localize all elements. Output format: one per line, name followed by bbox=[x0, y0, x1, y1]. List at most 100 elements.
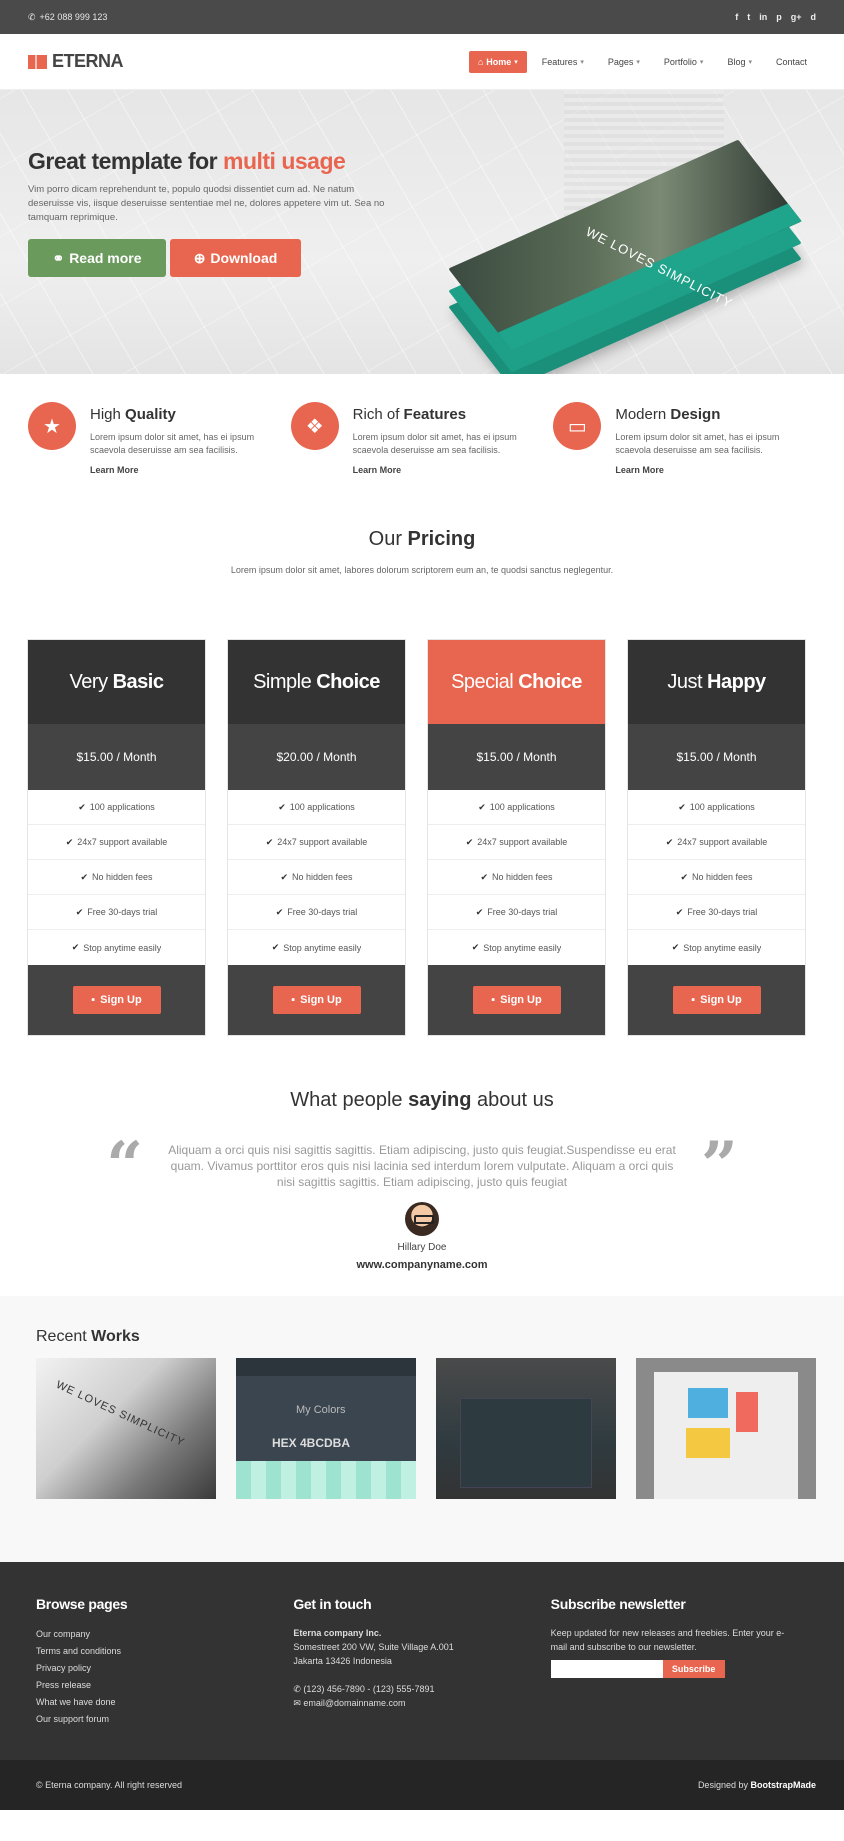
lock-icon: ▪ bbox=[291, 994, 296, 1006]
subscribe-button[interactable]: Subscribe bbox=[662, 1660, 725, 1678]
work-thumbnail[interactable]: WE LOVES SIMPLICITY bbox=[36, 1358, 216, 1499]
plan-feature-label: Stop anytime easily bbox=[483, 942, 562, 953]
sign-up-label: Sign Up bbox=[300, 994, 342, 1006]
testimonial-section: What people saying about us “ Aliquam a … bbox=[0, 1036, 844, 1296]
work-thumbnail[interactable]: My Colors HEX 4BCDBA bbox=[236, 1358, 416, 1499]
work-thumbnail[interactable] bbox=[436, 1358, 616, 1499]
plan-feature-label: Free 30-days trial bbox=[687, 907, 758, 917]
plan-feature: ✔ Free 30-days trial bbox=[28, 895, 205, 930]
feature-title-bold: Design bbox=[670, 406, 721, 423]
facebook-icon[interactable]: f bbox=[735, 12, 738, 22]
plan-footer: ▪ Sign Up bbox=[428, 965, 605, 1035]
read-more-button[interactable]: ⚭ Read more bbox=[28, 239, 166, 277]
check-icon: ✔ bbox=[80, 871, 88, 882]
footer-link[interactable]: Press release bbox=[36, 1677, 293, 1694]
plan-title-light: Simple bbox=[253, 670, 312, 693]
copyright: © Eterna company. All right reserved bbox=[36, 1780, 183, 1790]
nav-item-home[interactable]: ⌂ Home ▾ bbox=[468, 50, 527, 73]
sign-up-button[interactable]: ▪ Sign Up bbox=[72, 986, 161, 1014]
sign-up-button[interactable]: ▪ Sign Up bbox=[672, 986, 761, 1014]
footer-subscribe: Subscribe newsletter Keep updated for ne… bbox=[550, 1596, 808, 1760]
read-more-label: Read more bbox=[69, 250, 142, 266]
dribbble-icon[interactable]: d bbox=[811, 12, 817, 22]
pricing-plans: Very Basic $15.00 / Month ✔ 100 applicatio… bbox=[0, 575, 844, 1036]
subscribe-email-input[interactable] bbox=[550, 1660, 663, 1678]
download-button[interactable]: ⊕ Download bbox=[170, 239, 301, 277]
hero-section: Great template for multi usage Vim porro… bbox=[0, 90, 844, 374]
app-block bbox=[688, 1388, 728, 1418]
download-label: Download bbox=[210, 250, 278, 266]
check-icon: ✔ bbox=[71, 942, 80, 952]
check-icon: ✔ bbox=[78, 801, 86, 812]
top-bar: ✆ +62 088 999 123 f t in p g+ d bbox=[0, 0, 844, 34]
check-icon: ✔ bbox=[280, 871, 288, 882]
hero-mockup-image: WE LOVES SIMPLICITY bbox=[428, 139, 802, 374]
nav-item-features[interactable]: Features ▾ bbox=[533, 51, 593, 73]
google-plus-icon[interactable]: g+ bbox=[791, 12, 802, 22]
subscribe-text: Keep updated for new releases and freebi… bbox=[550, 1628, 785, 1652]
plan-title-bold: Happy bbox=[707, 670, 766, 693]
check-icon: ✔ bbox=[478, 801, 486, 812]
plan-title-bold: Basic bbox=[112, 670, 164, 693]
plan-title: Very Basic bbox=[28, 640, 205, 724]
plan-feature-label: No hidden fees bbox=[292, 872, 353, 882]
nav-item-label: Portfolio bbox=[663, 56, 697, 67]
footer-email[interactable]: email@domainname.com bbox=[303, 1698, 405, 1708]
check-icon: ✔ bbox=[278, 801, 286, 812]
recent-works-section: Recent Works WE LOVES SIMPLICITY My Colo… bbox=[0, 1296, 844, 1562]
plan-footer: ▪ Sign Up bbox=[628, 965, 805, 1035]
footer-link[interactable]: Terms and conditions bbox=[36, 1643, 293, 1660]
plan-feature: ✔ 100 applications bbox=[228, 790, 405, 825]
pricing-title: Our Pricing bbox=[0, 528, 844, 551]
footer-link[interactable]: Our support forum bbox=[36, 1711, 293, 1728]
footer-address: Eterna company Inc. Somestreet 200 VW, S… bbox=[293, 1626, 550, 1710]
testimonial-site[interactable]: www.companyname.com bbox=[0, 1259, 844, 1271]
testimonial-title-part: about us bbox=[471, 1089, 554, 1111]
footer-link[interactable]: Our company bbox=[36, 1626, 293, 1643]
hero-title-plain: Great template for bbox=[28, 148, 223, 174]
footer-contact: Get in touch Eterna company Inc. Somestr… bbox=[293, 1596, 550, 1760]
work-thumbnail[interactable] bbox=[636, 1358, 816, 1499]
feature-title-light: Modern bbox=[615, 406, 671, 423]
nav-item-portfolio[interactable]: Portfolio ▾ bbox=[655, 51, 713, 73]
sign-up-button[interactable]: ▪ Sign Up bbox=[472, 986, 561, 1014]
twitter-icon[interactable]: t bbox=[747, 12, 750, 22]
feature-text: Lorem ipsum dolor sit amet, has ei ipsum… bbox=[352, 432, 517, 455]
envelope-icon: ✉ bbox=[293, 1698, 304, 1708]
nav-item-contact[interactable]: Contact bbox=[767, 51, 816, 73]
hero-title: Great template for multi usage bbox=[28, 148, 408, 175]
quote-close-icon: ” bbox=[701, 1128, 738, 1203]
learn-more-link[interactable]: Learn More bbox=[90, 465, 280, 475]
plan-feature: ✔ 24x7 support available bbox=[628, 825, 805, 860]
feature-title-bold: Features bbox=[403, 406, 467, 423]
social-links: f t in p g+ d bbox=[735, 12, 816, 22]
footer-link[interactable]: Privacy policy bbox=[36, 1660, 293, 1677]
nav-item-label: Contact bbox=[775, 56, 807, 67]
plan-title-light: Just bbox=[667, 670, 703, 693]
works-title-bold: Works bbox=[91, 1328, 140, 1345]
nav-item-label: Blog bbox=[727, 56, 746, 67]
learn-more-link[interactable]: Learn More bbox=[615, 465, 805, 475]
pricing-plan-simple-choice: Simple Choice $20.00 / Month ✔ 100 applica… bbox=[227, 639, 406, 1036]
phone-icon: ✆ bbox=[293, 1684, 304, 1694]
pricing-plan-special-choice: Special Choice $15.00 / Month ✔ 100 applic… bbox=[427, 639, 606, 1036]
plan-price: $20.00 / Month bbox=[228, 724, 405, 790]
nav-item-pages[interactable]: Pages ▾ bbox=[599, 51, 649, 73]
recent-works-title: Recent Works bbox=[36, 1328, 816, 1346]
nav-item-blog[interactable]: Blog ▾ bbox=[718, 51, 761, 73]
check-icon: ✔ bbox=[65, 836, 74, 847]
dashboard-pane bbox=[460, 1398, 592, 1488]
logo[interactable]: ETERNA bbox=[28, 51, 124, 72]
feature-title: Rich of Features bbox=[353, 406, 543, 423]
check-icon: ✔ bbox=[665, 836, 674, 847]
plan-features: ✔ 100 applications ✔ 24x7 support availabl… bbox=[28, 790, 205, 965]
plan-title: Simple Choice bbox=[228, 640, 405, 724]
sign-up-button[interactable]: ▪ Sign Up bbox=[272, 986, 361, 1014]
linkedin-icon[interactable]: in bbox=[759, 12, 767, 22]
footer-link[interactable]: What we have done bbox=[36, 1694, 293, 1711]
footer-contact-title: Get in touch bbox=[293, 1596, 372, 1612]
learn-more-link[interactable]: Learn More bbox=[353, 465, 543, 475]
check-icon: ✔ bbox=[75, 906, 84, 917]
designed-by-brand[interactable]: BootstrapMade bbox=[750, 1780, 816, 1790]
pinterest-icon[interactable]: p bbox=[776, 12, 782, 22]
